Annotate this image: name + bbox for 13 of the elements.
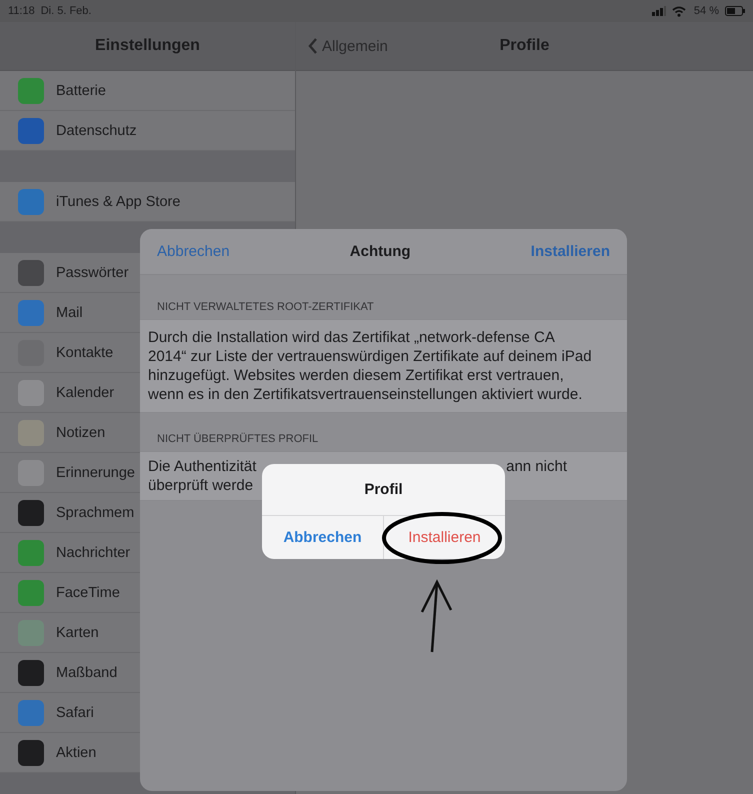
section-header: NICHT VERWALTETES ROOT-ZERTIFIKAT [157, 301, 374, 313]
status-time: 11:18 [8, 5, 35, 17]
alert-title: Profil [262, 464, 505, 516]
text-fragment: Die Authentizität [148, 457, 256, 476]
warning-text: Durch die Installation wird das Zertifikat „network-defense CA 2014“ zur Liste der vertrauenswürdigen Zertifikate auf deinem iPad hinzugefügt. Websites werden diesem Zertifikat erst vertrauen, wenn es in den Zertifikatsvertrauenseinstellungen aktiviert wurde. [148, 328, 592, 404]
text-fragment: ann nicht [506, 457, 567, 476]
sheet-title: Achtung [350, 243, 411, 260]
status-date: Di. 5. Feb. [40, 5, 92, 17]
detail-title: Profile [500, 37, 550, 55]
section-header: NICHT ÜBERPRÜFTES PROFIL [157, 433, 318, 445]
sidebar-title: Einstellungen [95, 37, 200, 55]
battery-percentage: 54 % [694, 5, 719, 17]
text-fragment: überprüft werde [148, 476, 254, 495]
